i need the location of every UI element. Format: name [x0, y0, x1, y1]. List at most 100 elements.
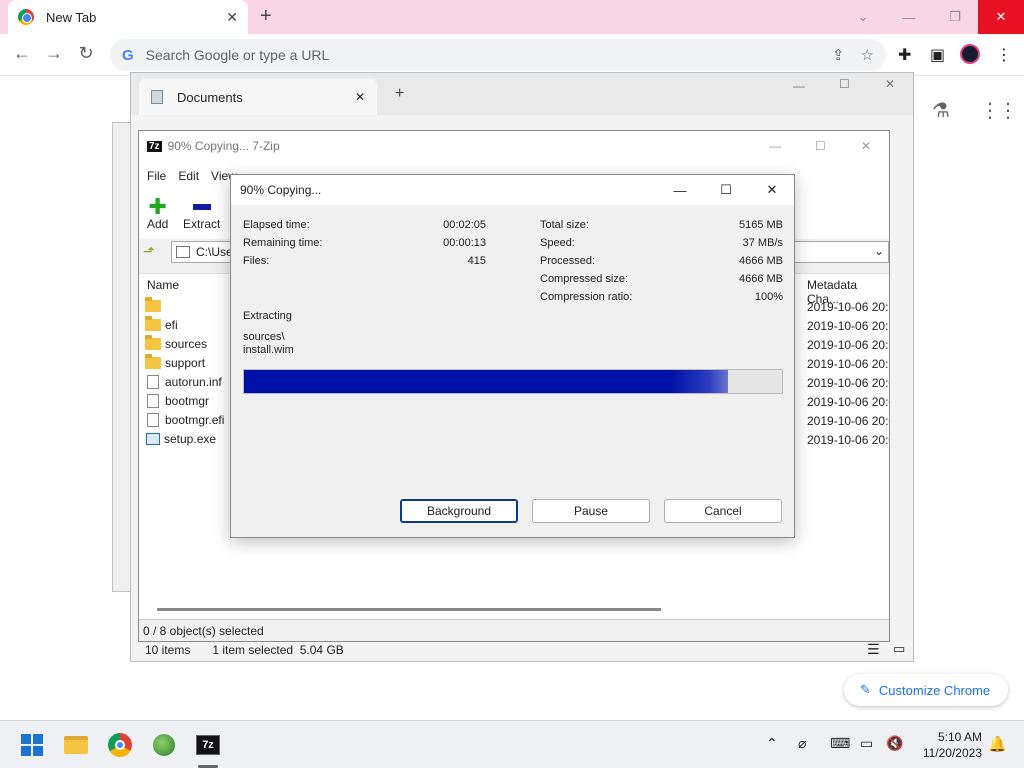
close-dialog-button[interactable]: ✕ — [749, 175, 795, 205]
chrome-favicon-icon — [18, 9, 34, 25]
volume-muted-icon[interactable]: 🔇 — [886, 735, 903, 752]
bookmark-star-icon[interactable]: ☆ — [861, 46, 874, 64]
share-icon[interactable]: ⇪ — [832, 46, 845, 64]
tab-search-chevron-icon[interactable]: ⌄ — [840, 0, 886, 34]
menu-file[interactable]: File — [147, 169, 166, 183]
maximize-button[interactable]: ☐ — [703, 175, 749, 205]
chrome-menu-icon[interactable]: ⋮ — [996, 45, 1012, 65]
copy-progress-dialog[interactable]: 90% Copying... — ☐ ✕ Elapsed time: 00:02… — [230, 174, 795, 538]
plus-icon: ✚ — [148, 194, 167, 219]
new-tab-button[interactable]: + — [260, 5, 272, 28]
folder-icon — [145, 315, 161, 331]
processed-label: Processed: — [540, 255, 596, 267]
taskbar-setup-app[interactable] — [148, 729, 180, 761]
tiles-view-icon[interactable]: ▭ — [893, 641, 905, 657]
add-button[interactable]: ✚ Add — [147, 194, 168, 232]
list-item[interactable]: bootmgr — [145, 391, 209, 410]
up-folder-icon[interactable]: ⬏ — [143, 243, 155, 260]
side-panel-icon[interactable]: ▣ — [930, 45, 945, 65]
file-icon — [147, 412, 159, 427]
keyboard-icon[interactable]: ⌨ — [830, 735, 850, 752]
minimize-button[interactable]: — — [769, 139, 781, 153]
forward-arrow-icon[interactable]: → — [42, 43, 66, 64]
taskbar-chrome[interactable] — [104, 729, 136, 761]
close-window-button[interactable]: ✕ — [885, 77, 895, 91]
menu-edit[interactable]: Edit — [178, 169, 199, 183]
folder-icon — [145, 296, 161, 312]
dialog-title: 90% Copying... — [240, 183, 322, 197]
list-item[interactable]: autorun.inf — [145, 372, 222, 391]
maximize-button[interactable]: ☐ — [815, 139, 826, 153]
network-offline-icon[interactable]: ⌀ — [798, 735, 806, 752]
progress-bar — [243, 369, 783, 394]
taskbar-file-explorer[interactable] — [60, 729, 92, 761]
profile-avatar[interactable] — [960, 44, 980, 64]
extract-button[interactable]: Extract — [183, 197, 220, 231]
address-value: C:\Use — [196, 245, 233, 259]
clock-date: 11/20/2023 — [922, 746, 982, 760]
minimize-button[interactable]: — — [657, 175, 703, 205]
customize-chrome-label: Customize Chrome — [878, 682, 991, 698]
taskbar: 7z ⌃ ⌀ ⌨ ▭ 🔇 5:10 AM 11/20/2023 🔔 — [0, 720, 1024, 768]
pause-button[interactable]: Pause — [532, 499, 650, 523]
list-item[interactable]: support — [145, 353, 205, 372]
show-hidden-icons-chevron-icon[interactable]: ⌃ — [766, 735, 778, 752]
selection-status: 0 / 8 object(s) selected — [143, 623, 264, 638]
windows-logo-icon — [21, 734, 43, 756]
chrome-toolbar: ← → ↻ G Search Google or type a URL ⇪ ☆ … — [0, 34, 1024, 76]
files-value: 415 — [467, 255, 486, 267]
list-item[interactable]: bootmgr.efi — [145, 410, 224, 429]
restore-button[interactable]: ❐ — [932, 0, 978, 34]
dialog-title-bar: 90% Copying... — ☐ ✕ — [231, 175, 794, 205]
column-header-name[interactable]: Name — [147, 278, 179, 292]
background-button[interactable]: Background — [400, 499, 518, 523]
date-cell: 2019-10-06 20:0 — [807, 395, 889, 409]
explorer-tab-documents[interactable]: Documents ✕ — [139, 79, 377, 115]
back-arrow-icon[interactable]: ← — [10, 43, 34, 64]
close-window-button[interactable]: ✕ — [978, 0, 1024, 34]
explorer-tab-row: Documents ✕ + — ☐ ✕ — [131, 73, 913, 115]
cancel-button[interactable]: Cancel — [664, 499, 782, 523]
pencil-icon: ✎ — [860, 682, 871, 697]
files-label: Files: — [243, 255, 270, 267]
new-tab-button[interactable]: + — [395, 85, 404, 103]
horizontal-scrollbar[interactable] — [157, 608, 661, 611]
close-tab-icon[interactable]: ✕ — [355, 90, 365, 104]
customize-chrome-button[interactable]: ✎ Customize Chrome — [844, 674, 1008, 706]
total-size-value: 5165 MB — [738, 219, 783, 231]
documents-icon — [151, 90, 163, 104]
labs-beaker-icon[interactable]: ⚗ — [932, 98, 950, 123]
system-clock[interactable]: 5:10 AM 11/20/2023 — [916, 729, 982, 761]
address-bar[interactable]: G Search Google or type a URL ⇪ ☆ — [110, 39, 886, 71]
close-tab-icon[interactable]: ✕ — [226, 9, 238, 26]
chevron-down-icon[interactable]: ⌄ — [874, 244, 884, 258]
notification-bell-icon[interactable]: 🔔 — [988, 735, 1007, 753]
list-item[interactable]: setup.exe — [145, 429, 216, 448]
chrome-tab-strip: New Tab ✕ + ⌄ — ❐ ✕ — [0, 0, 1024, 34]
maximize-button[interactable]: ☐ — [839, 77, 850, 91]
chrome-tab-new-tab[interactable]: New Tab ✕ — [8, 0, 248, 34]
folder-icon — [145, 353, 161, 369]
reload-icon[interactable]: ↻ — [74, 43, 98, 64]
close-window-button[interactable]: ✕ — [861, 139, 871, 153]
minimize-button[interactable]: — — [793, 79, 805, 93]
date-cell: 2019-10-06 20:1 — [807, 300, 889, 314]
extract-label: Extract — [183, 217, 221, 231]
google-apps-icon[interactable]: ⋮⋮⋮ — [980, 98, 1024, 123]
list-item[interactable] — [145, 296, 165, 315]
drive-icon — [176, 246, 190, 258]
details-view-icon[interactable]: ☰ — [867, 641, 880, 658]
start-button[interactable] — [16, 729, 48, 761]
taskbar-7zip[interactable]: 7z — [192, 729, 224, 761]
list-item[interactable]: sources — [145, 334, 207, 353]
extensions-puzzle-icon[interactable]: ✚ — [898, 45, 911, 65]
date-cell: 2019-10-06 20:1 — [807, 319, 889, 333]
remaining-time-value: 00:00:13 — [443, 237, 486, 249]
explorer-status-bar: 10 items 1 item selected 5.04 GB ☰ ▭ — [131, 639, 913, 661]
7zip-icon: 7z — [196, 735, 220, 755]
display-icon[interactable]: ▭ — [860, 735, 873, 752]
globe-icon — [153, 734, 175, 756]
current-path: sources\ — [243, 331, 285, 343]
list-item[interactable]: efi — [145, 315, 178, 334]
minimize-button[interactable]: — — [886, 0, 932, 34]
